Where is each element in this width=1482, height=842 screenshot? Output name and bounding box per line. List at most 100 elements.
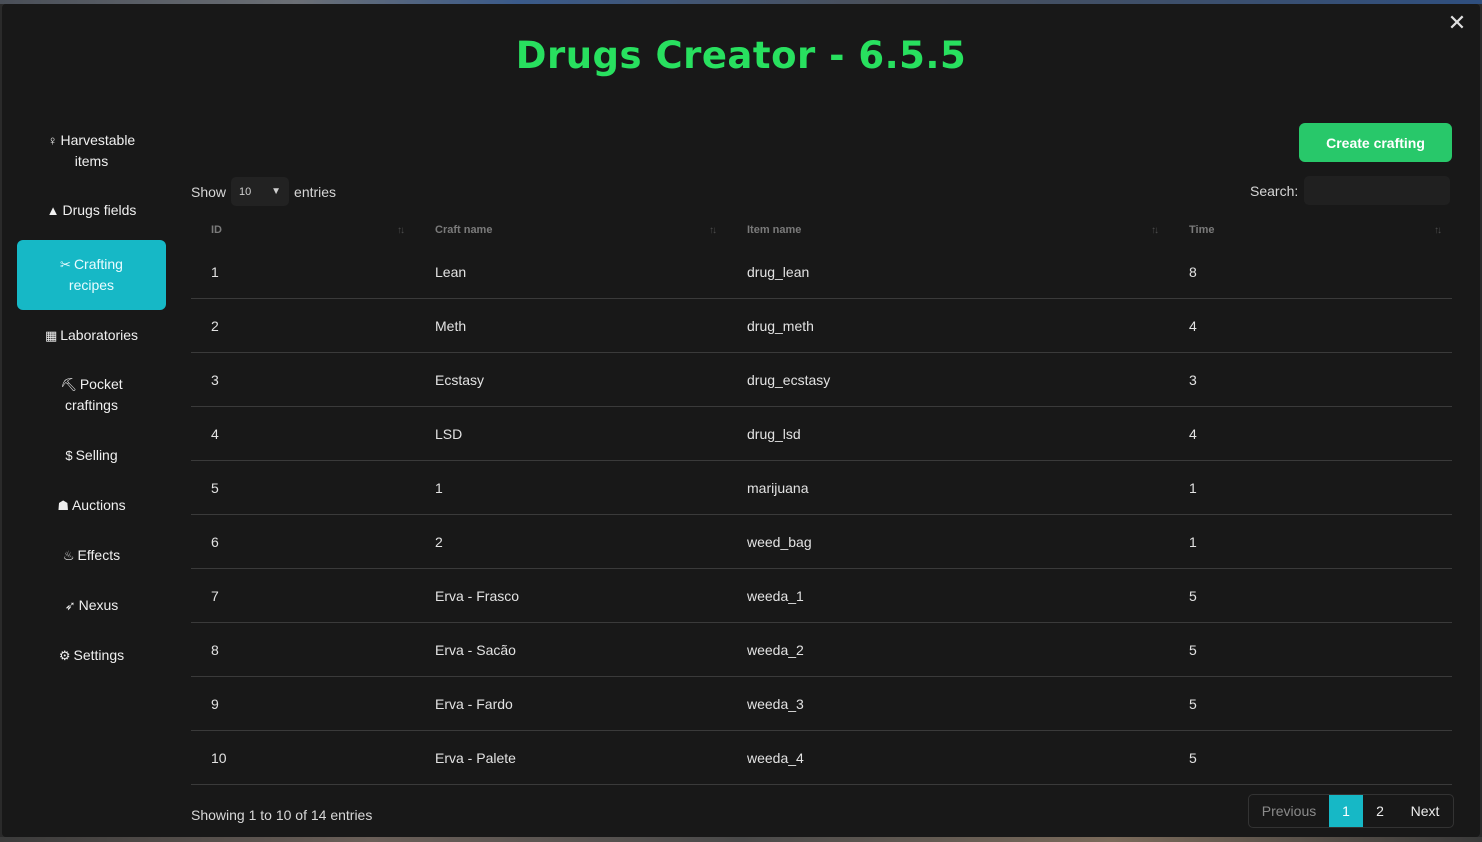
cell-craft-name: Lean [435,263,467,280]
table-row[interactable]: 10 Erva - Palete weeda_4 5 [191,731,1452,785]
crafting-table: ID ↑↓ Craft name ↑↓ Item name ↑↓ Time ↑↓ 1 Le… [191,215,1452,785]
cell-item-name: weeda_3 [747,695,804,712]
previous-page-button[interactable]: Previous [1249,795,1329,827]
column-header-id[interactable]: ID ↑↓ [191,215,415,245]
sidebar-item-label: Drugs fields [62,201,137,218]
chevron-down-icon: ▼ [271,186,282,197]
cell-craft-name: Ecstasy [435,371,485,388]
close-icon[interactable]: ✕ [1446,12,1468,34]
sidebar-item-label: Settings [73,646,125,663]
table-row[interactable]: 7 Erva - Frasco weeda_1 5 [191,569,1452,623]
show-label: Show [191,183,227,200]
sidebar-item-label: Laboratories [60,326,139,343]
sidebar-item-label-2: recipes [68,277,115,293]
cell-id: 8 [211,641,219,658]
page-2-button[interactable]: 2 [1363,795,1397,827]
cell-id: 6 [211,533,219,550]
column-header-time[interactable]: Time ↑↓ [1169,215,1452,245]
cell-craft-name: Meth [435,317,467,334]
cell-item-name: weeda_4 [747,749,804,766]
column-header-item-name[interactable]: Item name ↑↓ [727,215,1169,245]
sidebar-item-pocket-craftings[interactable]: ⛏ Pocket craftings [17,360,166,430]
hammer-icon: ⛏ [60,377,77,392]
sidebar-item-label-2: craftings [65,397,118,413]
building-icon: ▦ [44,327,58,343]
sidebar-item-auctions[interactable]: ☗ Auctions [17,480,166,530]
cell-craft-name: Erva - Frasco [435,587,520,604]
cell-item-name: weeda_2 [747,641,804,658]
cell-item-name: drug_lsd [747,425,801,442]
column-header-label: Time [1189,224,1215,236]
cell-craft-name: Erva - Fardo [435,695,513,712]
cell-item-name: drug_meth [747,317,814,334]
cell-time: 5 [1189,749,1197,766]
sidebar: ♀ Harvestable items ▲ Drugs fields ✂ Crafti… [17,120,166,680]
sidebar-item-settings[interactable]: ⚙ Settings [17,630,166,680]
window-title: Drugs Creator - 6.5.5 [515,34,967,77]
cell-id: 7 [211,587,219,604]
tools-icon: ✂ [60,257,71,272]
next-page-button[interactable]: Next [1397,795,1453,827]
sort-icon: ↑↓ [397,225,405,236]
entries-select-value: 10 [239,185,252,198]
entries-select[interactable]: 10 ▼ [231,177,290,206]
cell-item-name: drug_lean [747,263,810,280]
table-row[interactable]: 4 LSD drug_lsd 4 [191,407,1452,461]
cell-item-name: weeda_1 [747,587,804,604]
cell-id: 10 [211,749,227,766]
cell-time: 5 [1189,641,1197,658]
sidebar-item-harvestable-items[interactable]: ♀ Harvestable items [17,120,166,182]
sidebar-item-laboratories[interactable]: ▦ Laboratories [17,310,166,360]
cell-time: 1 [1189,533,1197,550]
table-row[interactable]: 6 2 weed_bag 1 [191,515,1452,569]
sidebar-item-drugs-fields[interactable]: ▲ Drugs fields [17,182,166,238]
table-info: Showing 1 to 10 of 14 entries [191,807,373,823]
cell-item-name: drug_ecstasy [747,371,831,388]
cell-time: 4 [1189,317,1197,334]
sidebar-item-crafting-recipes[interactable]: ✂ Crafting recipes [17,240,166,310]
page-1-button[interactable]: 1 [1329,795,1363,827]
create-crafting-button[interactable]: Create crafting [1299,123,1452,162]
cell-craft-name: Erva - Palete [435,749,516,766]
gear-icon: ⚙ [58,647,71,663]
drugs-creator-window: ✕ Drugs Creator - 6.5.5 ♀ Harvestable ite… [2,4,1480,837]
cell-id: 4 [211,425,219,442]
sidebar-item-nexus[interactable]: ➶ Nexus [17,580,166,630]
sidebar-item-label: Harvestable [60,132,136,148]
table-row[interactable]: 9 Erva - Fardo weeda_3 5 [191,677,1452,731]
search-label: Search: [1250,182,1299,199]
table-row[interactable]: 2 Meth drug_meth 4 [191,299,1452,353]
search-input[interactable] [1304,176,1451,205]
auction-icon: ☗ [57,497,69,513]
table-row[interactable]: 1 Lean drug_lean 8 [191,245,1452,299]
search-area: Search: [1250,176,1451,205]
sidebar-item-label: Selling [75,446,118,463]
sidebar-item-label: Pocket [79,376,123,392]
sidebar-item-label-2: items [74,153,109,169]
column-header-label: Item name [747,224,802,236]
column-header-label: ID [211,224,222,236]
sidebar-item-label: Nexus [78,596,119,613]
table-row[interactable]: 3 Ecstasy drug_ecstasy 3 [191,353,1452,407]
table-row[interactable]: 5 1 marijuana 1 [191,461,1452,515]
table-row[interactable]: 8 Erva - Sacão weeda_2 5 [191,623,1452,677]
cell-time: 3 [1189,371,1197,388]
sidebar-item-label: Auctions [71,496,126,513]
sidebar-item-effects[interactable]: ♨ Effects [17,530,166,580]
cell-craft-name: 1 [435,479,443,496]
cell-time: 5 [1189,695,1197,712]
background-strip-bottom [0,837,1482,842]
cell-item-name: weed_bag [747,533,812,550]
cell-id: 3 [211,371,219,388]
sort-icon: ↑↓ [709,225,717,236]
column-header-craft-name[interactable]: Craft name ↑↓ [415,215,727,245]
length-control: Show 10 ▼ entries [191,177,336,206]
drop-icon: ♨ [62,547,75,563]
cell-id: 1 [211,263,219,280]
entries-label: entries [294,183,337,200]
sidebar-item-label: Effects [77,546,121,563]
sidebar-item-selling[interactable]: $ Selling [17,430,166,480]
sort-icon: ↑↓ [1151,225,1159,236]
table-header: ID ↑↓ Craft name ↑↓ Item name ↑↓ Time ↑↓ [191,215,1452,245]
rocket-icon: ➶ [64,597,76,613]
